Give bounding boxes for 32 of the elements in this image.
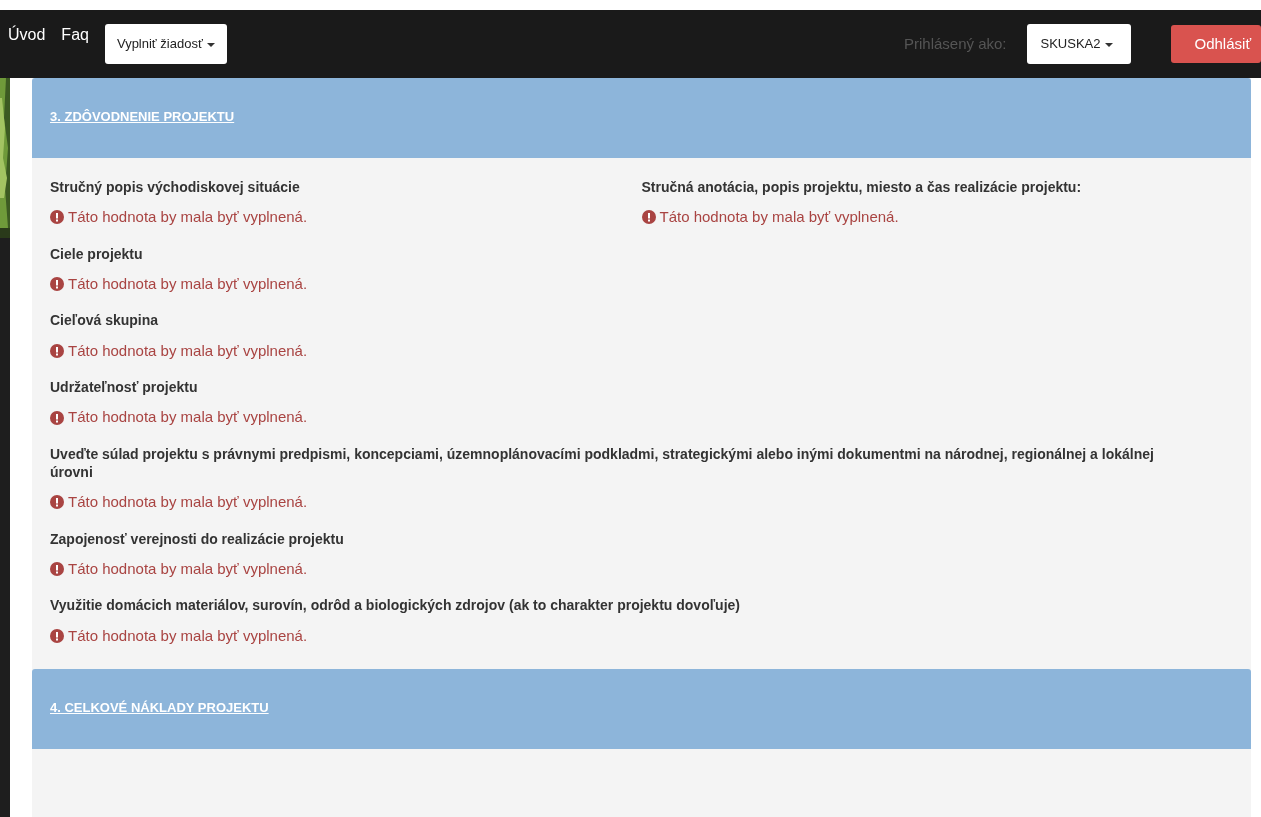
error-message: Táto hodnota by mala byť vyplnená.	[68, 207, 308, 228]
caret-icon	[206, 42, 215, 47]
error-message: Táto hodnota by mala byť vyplnená.	[68, 625, 308, 646]
error-message: Táto hodnota by mala byť vyplnená.	[659, 207, 899, 228]
field-label: Uveďte súlad projektu s právnymi predpismi, koncepciami, územnoplánovacími podkladmi, strategickými alebo inými dokumentmi na národnej, regionálnej a lokálnej úrovni	[50, 444, 1155, 482]
user-dropdown-button[interactable]: SKUSKA2	[1026, 24, 1131, 64]
field-label: Ciele projektu	[50, 244, 144, 263]
nav-link[interactable]: Úvod	[8, 23, 46, 47]
dropdown-button[interactable]: Vyplniť žiadosť	[104, 24, 227, 64]
nav-link[interactable]: Faq	[61, 23, 89, 47]
error-icon	[50, 210, 64, 225]
error-icon	[50, 410, 64, 425]
logged-in-label: Prihlásený ako:	[903, 33, 1007, 54]
error-icon	[641, 210, 656, 225]
field-label: Zapojenosť verejnosti do realizácie projektu	[50, 529, 345, 548]
field-label: Cieľová skupina	[50, 311, 160, 330]
error-message: Táto hodnota by mala byť vyplnená.	[68, 492, 308, 513]
error-icon	[50, 628, 64, 643]
logout-button[interactable]: Odhlásiť	[1170, 24, 1261, 64]
field-label: Stručná anotácia, popis projektu, miesto a čas realizácie projektu:	[641, 178, 1083, 197]
field-label: Udržateľnosť projektu	[50, 378, 199, 397]
error-message: Táto hodnota by mala byť vyplnená.	[68, 340, 308, 361]
caret-icon	[1104, 42, 1113, 47]
field-label: Stručný popis východiskovej situácie	[50, 178, 301, 197]
error-message: Táto hodnota by mala byť vyplnená.	[68, 273, 308, 294]
field-label: Využitie domácich materiálov, surovín, odrôd a biologických zdrojov (ak to charakter projektu dovoľuje)	[50, 596, 741, 615]
error-message: Táto hodnota by mala byť vyplnená.	[68, 407, 308, 428]
error-icon	[50, 343, 64, 358]
error-message: Táto hodnota by mala byť vyplnená.	[68, 558, 308, 579]
error-icon	[50, 562, 64, 577]
error-icon	[50, 277, 64, 292]
error-icon	[50, 495, 64, 510]
